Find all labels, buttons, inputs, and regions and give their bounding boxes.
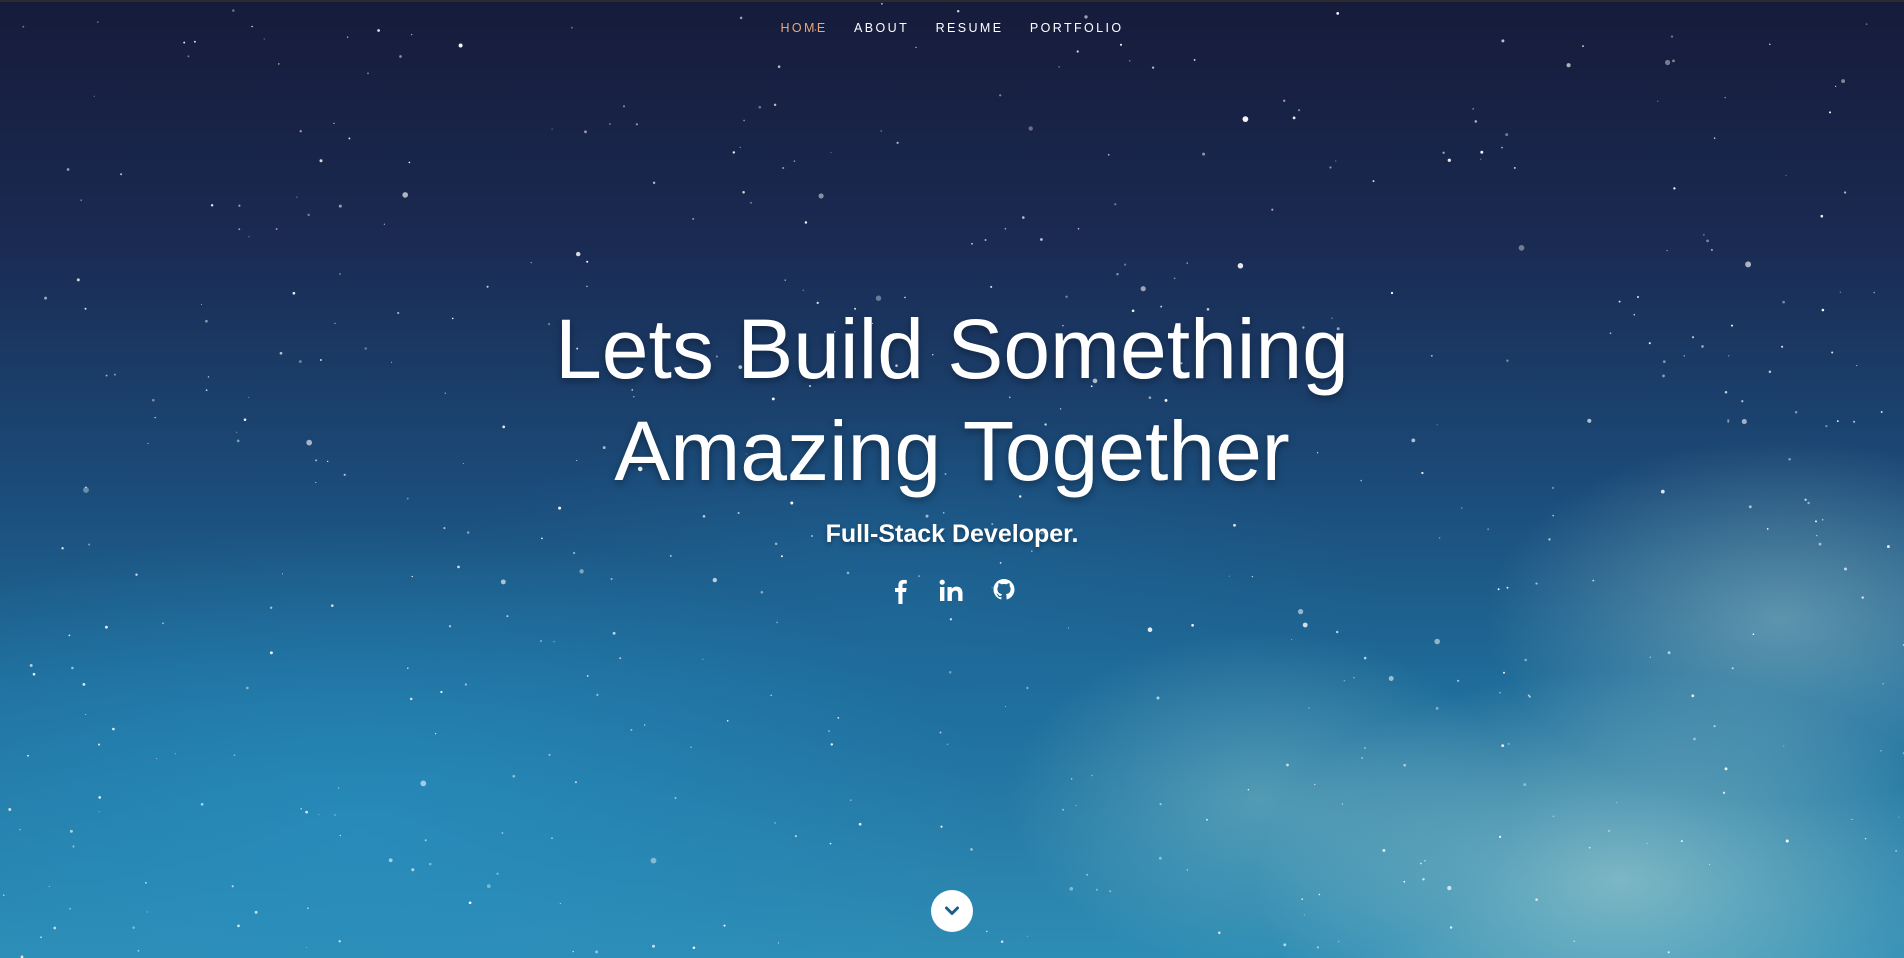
main-nav: HOME ABOUT RESUME PORTFOLIO: [0, 19, 1904, 37]
scroll-down-button[interactable]: [931, 890, 973, 932]
hero-headline: Lets Build Something Amazing Together: [0, 298, 1904, 502]
hero-section: HOME ABOUT RESUME PORTFOLIO Lets Build S…: [0, 0, 1904, 958]
facebook-icon[interactable]: [885, 574, 915, 608]
github-icon[interactable]: [989, 574, 1019, 608]
social-links: [0, 574, 1904, 608]
headline-line-2: Amazing Together: [614, 404, 1290, 498]
nav-item-resume[interactable]: RESUME: [936, 21, 1004, 35]
top-border: [0, 0, 1904, 2]
nav-item-portfolio[interactable]: PORTFOLIO: [1030, 21, 1124, 35]
nav-item-home[interactable]: HOME: [780, 21, 827, 35]
chevron-down-icon: [945, 906, 959, 915]
nav-item-about[interactable]: ABOUT: [854, 21, 909, 35]
linkedin-icon[interactable]: [937, 574, 967, 608]
hero-subtitle: Full-Stack Developer.: [825, 520, 1079, 548]
headline-line-1: Lets Build Something: [555, 302, 1349, 396]
